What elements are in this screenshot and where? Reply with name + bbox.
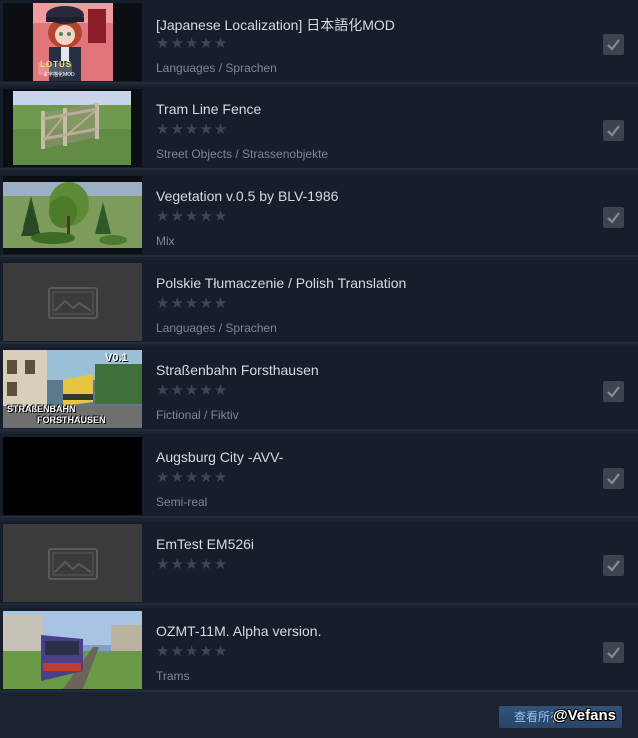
subscribed-checkbox[interactable]: [603, 34, 624, 55]
rating-stars: ★★★★★: [156, 121, 229, 138]
watermark: @Vefans: [553, 707, 616, 724]
checkmark-icon: [607, 560, 620, 572]
list-item[interactable]: EmTest EM526i ★★★★★: [0, 521, 638, 605]
rating-stars: ★★★★★: [156, 295, 229, 312]
item-category: Mix: [156, 234, 175, 248]
subscribed-checkbox[interactable]: [603, 642, 624, 663]
thumbnail-logo-text: LOTUS: [40, 60, 73, 69]
item-title[interactable]: Straßenbahn Forsthausen: [156, 362, 319, 378]
item-category: Trams: [156, 669, 190, 683]
vegetation-image: [3, 176, 142, 254]
subscribed-checkbox[interactable]: [603, 555, 624, 576]
item-thumbnail[interactable]: [3, 89, 142, 167]
checkmark-icon: [607, 473, 620, 485]
item-category: Street Objects / Strassenobjekte: [156, 147, 329, 161]
item-thumbnail[interactable]: V0.1 STRAßENBAHN FORSTHAUSEN: [3, 350, 142, 428]
item-title[interactable]: EmTest EM526i: [156, 536, 254, 552]
list-item[interactable]: Augsburg City -AVV- ★★★★★ Semi-real: [0, 434, 638, 518]
subscribed-checkbox[interactable]: [603, 381, 624, 402]
checkmark-icon: [607, 647, 620, 659]
rating-stars: ★★★★★: [156, 208, 229, 225]
rating-stars: ★★★★★: [156, 469, 229, 486]
subscribed-checkbox[interactable]: [603, 207, 624, 228]
checkmark-icon: [607, 125, 620, 137]
list-item[interactable]: OZMT-11M. Alpha version. ★★★★★ Trams: [0, 608, 638, 692]
item-title[interactable]: Polskie Tłumaczenie / Polish Translation: [156, 275, 406, 291]
checkmark-icon: [607, 386, 620, 398]
workshop-item-list: LOTUS よ字描化MOD [Japanese Localization] 日本…: [0, 0, 638, 738]
checkmark-icon: [607, 212, 620, 224]
item-thumbnail[interactable]: [3, 611, 142, 689]
image-placeholder-icon: [3, 524, 142, 602]
list-footer: 查看所有: [0, 696, 638, 738]
item-category: Languages / Sprachen: [156, 321, 277, 335]
list-item[interactable]: Polskie Tłumaczenie / Polish Translation…: [0, 260, 638, 344]
item-title[interactable]: Augsburg City -AVV-: [156, 449, 283, 465]
list-item[interactable]: Tram Line Fence ★★★★★ Street Objects / S…: [0, 86, 638, 170]
fence-image: [3, 89, 142, 167]
item-category: Semi-real: [156, 495, 208, 509]
item-category: Fictional / Fiktiv: [156, 408, 239, 422]
checkmark-icon: [607, 39, 620, 51]
thumbnail-version-text: V0.1: [105, 352, 128, 364]
rating-stars: ★★★★★: [156, 382, 229, 399]
image-placeholder-icon: [3, 263, 142, 341]
anime-girl-image: [3, 3, 142, 81]
item-thumbnail[interactable]: [3, 176, 142, 254]
thumbnail-caption-line-1: STRAßENBAHN: [7, 404, 76, 414]
tram-image: [3, 611, 142, 689]
item-title[interactable]: [Japanese Localization] 日本語化MOD: [156, 15, 395, 35]
thumbnail-caption: よ字描化MOD: [43, 72, 75, 78]
thumbnail-caption-line-2: FORSTHAUSEN: [37, 415, 106, 425]
rating-stars: ★★★★★: [156, 643, 229, 660]
item-thumbnail[interactable]: [3, 437, 142, 515]
item-title[interactable]: Tram Line Fence: [156, 101, 261, 117]
item-title[interactable]: OZMT-11M. Alpha version.: [156, 623, 321, 639]
subscribed-checkbox[interactable]: [603, 468, 624, 489]
item-thumbnail[interactable]: [3, 524, 142, 602]
item-thumbnail[interactable]: [3, 263, 142, 341]
item-title[interactable]: Vegetation v.0.5 by BLV-1986: [156, 188, 338, 204]
rating-stars: ★★★★★: [156, 556, 229, 573]
item-thumbnail[interactable]: LOTUS よ字描化MOD: [3, 3, 142, 81]
list-item[interactable]: Vegetation v.0.5 by BLV-1986 ★★★★★ Mix: [0, 173, 638, 257]
subscribed-checkbox[interactable]: [603, 120, 624, 141]
item-category: Languages / Sprachen: [156, 61, 277, 75]
list-item[interactable]: V0.1 STRAßENBAHN FORSTHAUSEN Straßenbahn…: [0, 347, 638, 431]
rating-stars: ★★★★★: [156, 35, 229, 52]
list-item[interactable]: LOTUS よ字描化MOD [Japanese Localization] 日本…: [0, 0, 638, 84]
black-thumbnail-image: [3, 437, 142, 515]
